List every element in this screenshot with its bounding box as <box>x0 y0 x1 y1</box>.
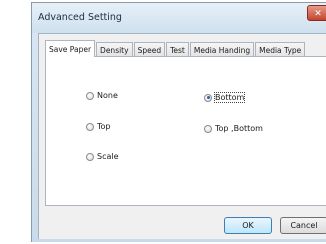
tab-save-paper[interactable]: Save Paper <box>45 40 96 57</box>
radio-none-label: None <box>97 91 118 100</box>
dialog-client-area: Save Paper Density Speed Test Media Hand… <box>38 33 326 239</box>
radio-top-bottom[interactable]: Top ,Bottom <box>204 124 263 133</box>
radio-bottom[interactable]: Bottom <box>204 92 246 103</box>
tab-strip: Save Paper Density Speed Test Media Hand… <box>45 40 306 57</box>
tab-speed[interactable]: Speed <box>133 42 166 57</box>
radio-scale-label: Scale <box>97 152 119 161</box>
radio-none[interactable]: None <box>86 91 118 100</box>
radio-scale-indicator[interactable] <box>86 152 94 161</box>
radio-top-indicator[interactable] <box>86 122 94 131</box>
radio-bottom-indicator[interactable] <box>204 93 212 102</box>
advanced-setting-dialog: Advanced Setting ✕ Save Paper Density Sp… <box>31 2 326 242</box>
close-icon: ✕ <box>314 9 322 19</box>
tab-density[interactable]: Density <box>96 42 133 57</box>
radio-top-label: Top <box>97 122 111 131</box>
radio-top-bottom-label: Top ,Bottom <box>215 124 263 133</box>
radio-bottom-label: Bottom <box>213 92 246 103</box>
tab-test[interactable]: Test <box>166 42 189 57</box>
title-bar[interactable]: Advanced Setting ✕ <box>32 3 326 33</box>
tab-media-type[interactable]: Media Type <box>255 42 306 57</box>
radio-none-indicator[interactable] <box>86 91 94 100</box>
cancel-button[interactable]: Cancel <box>280 217 326 234</box>
close-button[interactable]: ✕ <box>307 5 326 21</box>
dialog-title: Advanced Setting <box>38 12 122 23</box>
save-paper-panel: None Top Scale Bottom Top ,Bottom <box>45 56 326 206</box>
radio-scale[interactable]: Scale <box>86 152 119 161</box>
radio-top[interactable]: Top <box>86 122 111 131</box>
radio-top-bottom-indicator[interactable] <box>204 124 212 133</box>
ok-button[interactable]: OK <box>224 217 272 234</box>
tab-media-handing[interactable]: Media Handing <box>189 42 255 57</box>
